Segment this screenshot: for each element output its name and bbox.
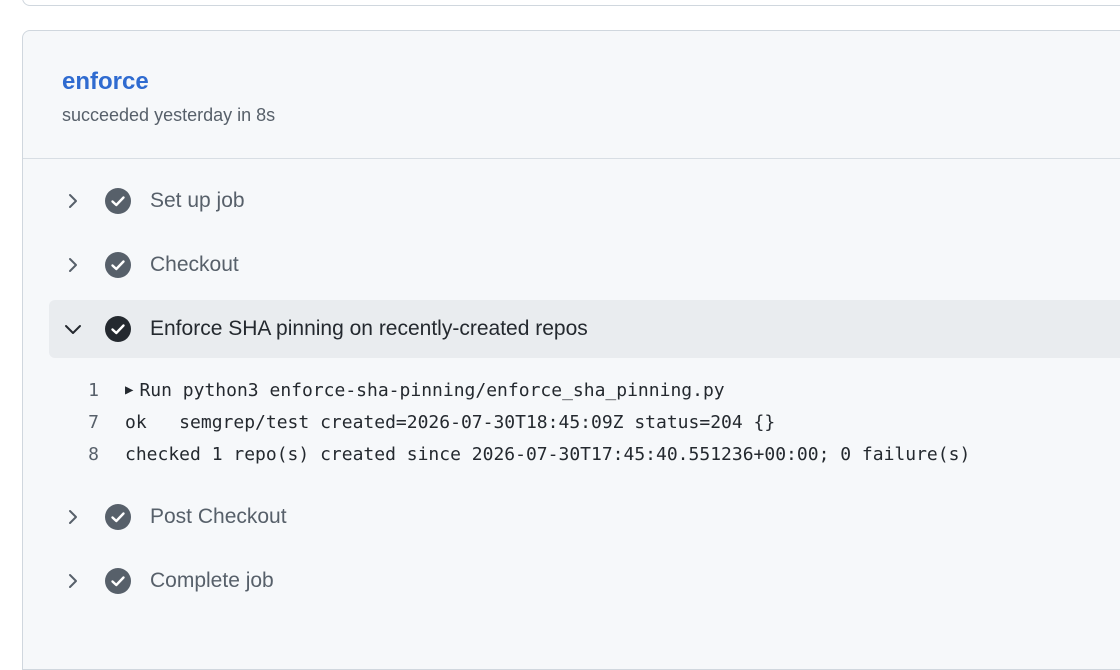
check-circle-icon	[105, 188, 131, 214]
step-label: Post Checkout	[150, 505, 287, 528]
chevron-right-icon	[49, 509, 97, 525]
chevron-right-icon	[49, 257, 97, 273]
check-circle-icon	[105, 252, 131, 278]
log-line: 7 ok semgrep/test created=2026-07-30T18:…	[49, 406, 1120, 438]
check-circle-icon	[105, 568, 131, 594]
line-number[interactable]: 8	[49, 444, 125, 465]
step-set-up-job[interactable]: Set up job	[49, 172, 1120, 230]
step-post-checkout[interactable]: Post Checkout	[49, 488, 1120, 546]
steps-list: Set up job Checkout Enforce SHA pinning …	[23, 159, 1120, 610]
log-text: Run python3 enforce-sha-pinning/enforce_…	[139, 379, 725, 401]
previous-card	[22, 0, 1120, 6]
step-checkout[interactable]: Checkout	[49, 236, 1120, 294]
log-text: ok semgrep/test created=2026-07-30T18:45…	[125, 411, 776, 433]
check-circle-icon	[105, 504, 131, 530]
job-status-text: succeeded yesterday in 8s	[62, 105, 276, 125]
check-circle-icon	[105, 316, 131, 342]
step-label: Complete job	[150, 569, 274, 592]
line-number[interactable]: 1	[49, 380, 125, 401]
chevron-down-icon	[49, 323, 97, 335]
line-number[interactable]: 7	[49, 412, 125, 433]
log-text: checked 1 repo(s) created since 2026-07-…	[125, 443, 971, 465]
chevron-right-icon	[49, 573, 97, 589]
job-panel: enforce succeeded yesterday in 8s Set up…	[22, 30, 1120, 670]
job-title-link[interactable]: enforce	[62, 67, 1120, 97]
log-line: 8 checked 1 repo(s) created since 2026-0…	[49, 438, 1120, 470]
step-log: 1 ▶ Run python3 enforce-sha-pinning/enfo…	[49, 364, 1120, 488]
log-line: 1 ▶ Run python3 enforce-sha-pinning/enfo…	[49, 374, 1120, 406]
step-complete-job[interactable]: Complete job	[49, 552, 1120, 610]
chevron-right-icon	[49, 193, 97, 209]
triangle-right-icon[interactable]: ▶	[125, 382, 133, 398]
step-label: Set up job	[150, 189, 245, 212]
step-label: Checkout	[150, 253, 239, 276]
step-label: Enforce SHA pinning on recently-created …	[150, 317, 588, 340]
step-enforce-sha-pinning[interactable]: Enforce SHA pinning on recently-created …	[49, 300, 1120, 358]
job-header: enforce succeeded yesterday in 8s	[23, 31, 1120, 159]
